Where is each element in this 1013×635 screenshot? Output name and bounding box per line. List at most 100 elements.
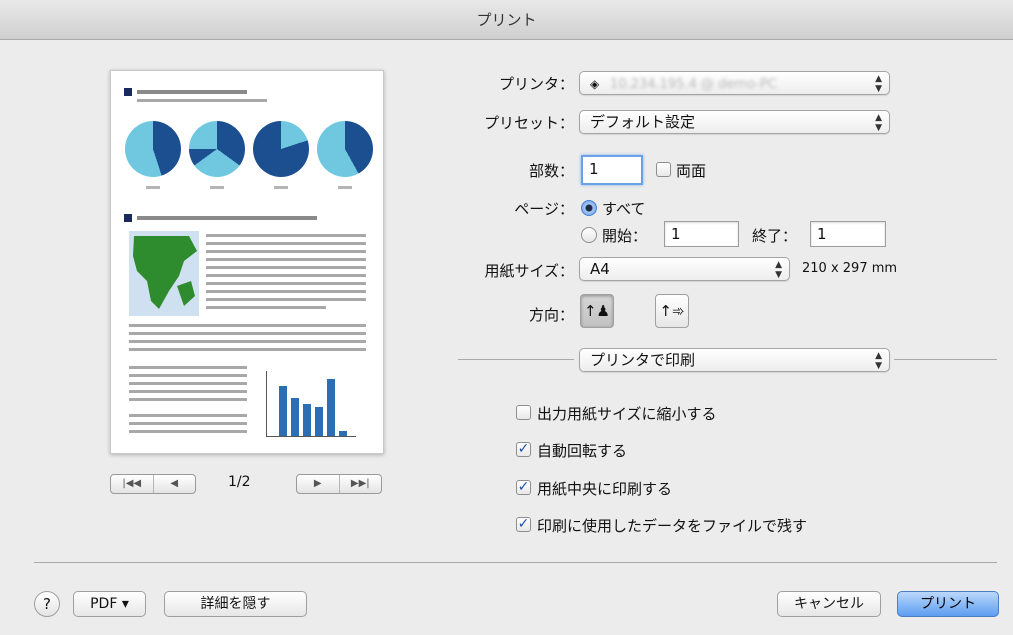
- copies-label: 部数：: [528, 162, 574, 180]
- pages-all-label: すべて: [602, 200, 646, 218]
- preset-popup[interactable]: デフォルト設定 ▲ ▼: [579, 110, 890, 134]
- preview-text-line: [129, 366, 247, 369]
- preview-chart-bar: [279, 386, 287, 436]
- option-shrink-checkbox[interactable]: [516, 405, 531, 420]
- preview-heading-marker: [124, 88, 132, 96]
- preview-text-line: [206, 298, 366, 301]
- option-center-label: 用紙中央に印刷する: [537, 480, 673, 498]
- preview-text-line: [129, 340, 366, 343]
- preview-pie-chart: [125, 121, 181, 177]
- preview-chart-bar: [327, 379, 335, 436]
- preview-heading-line: [137, 90, 247, 94]
- preview-text-line: [129, 382, 247, 385]
- preview-text-line: [129, 332, 366, 335]
- section-popup[interactable]: プリンタで印刷 ▲ ▼: [579, 348, 890, 372]
- preview-chart-bar: [291, 398, 299, 436]
- preview-text-line: [206, 282, 366, 285]
- orientation-label: 方向：: [528, 306, 574, 324]
- option-keep-data-label: 印刷に使用したデータをファイルで残す: [537, 517, 808, 535]
- option-shrink-label: 出力用紙サイズに縮小する: [537, 405, 717, 423]
- preview-text-line: [129, 414, 247, 417]
- page-indicator: 1/2: [228, 474, 251, 490]
- first-page-button[interactable]: |◀◀: [111, 475, 153, 493]
- preview-text-line: [206, 306, 326, 309]
- paper-size-label: 用紙サイズ：: [484, 262, 574, 280]
- duplex-label: 両面: [676, 162, 707, 180]
- preview-heading-line: [137, 216, 317, 220]
- preview-text-line: [206, 266, 366, 269]
- preview-text-line: [206, 290, 366, 293]
- pages-range-radio[interactable]: [581, 227, 597, 243]
- preview-text-line: [129, 390, 247, 393]
- duplex-checkbox[interactable]: [656, 162, 671, 177]
- paper-size-popup[interactable]: A4 ▲ ▼: [579, 257, 790, 281]
- option-center-checkbox[interactable]: ✓: [516, 480, 531, 495]
- popup-arrows-icon: ▲ ▼: [875, 113, 882, 133]
- preview-pie-chart: [253, 121, 309, 177]
- print-button[interactable]: プリント: [897, 591, 999, 617]
- preview-forward-buttons[interactable]: ▶ ▶▶|: [296, 474, 382, 494]
- section-popup-value: プリンタで印刷: [590, 351, 696, 369]
- next-page-button[interactable]: ▶: [297, 475, 339, 493]
- preview-pie-chart: [189, 121, 245, 177]
- orientation-portrait-button[interactable]: ↑♟: [580, 294, 614, 328]
- preview-chart-axis: [266, 436, 356, 437]
- printer-icon: ◈: [590, 77, 600, 91]
- landscape-icon: ↑➾: [659, 302, 685, 320]
- preview-pie-chart: [317, 121, 373, 177]
- preview-pie-label: [338, 186, 352, 189]
- orientation-landscape-button[interactable]: ↑➾: [655, 294, 689, 328]
- preview-chart-bar: [315, 407, 323, 436]
- preview-pie-label: [274, 186, 288, 189]
- pages-to-field[interactable]: 1: [810, 221, 886, 247]
- preview-heading-marker: [124, 214, 132, 222]
- option-keep-data-checkbox[interactable]: ✓: [516, 517, 531, 532]
- popup-arrows-icon: ▲ ▼: [875, 74, 882, 94]
- preview-text-line: [129, 430, 247, 433]
- preset-label: プリセット：: [483, 114, 574, 132]
- preview-text-line: [206, 242, 366, 245]
- preview-map-image: [129, 231, 199, 316]
- window-titlebar: プリント: [0, 0, 1013, 40]
- preset-value: デフォルト設定: [590, 113, 696, 131]
- popup-arrows-icon: ▲ ▼: [775, 260, 782, 280]
- print-preview-page: [110, 70, 384, 454]
- pages-range-label: 開始：: [602, 227, 648, 245]
- preview-text-line: [137, 99, 267, 102]
- preview-chart-bar: [303, 404, 311, 436]
- cancel-button[interactable]: キャンセル: [777, 591, 881, 617]
- pages-all-radio[interactable]: [581, 200, 597, 216]
- window-title: プリント: [476, 11, 537, 29]
- section-separator: [458, 359, 574, 360]
- pages-to-label: 終了：: [752, 227, 798, 245]
- printer-popup[interactable]: ◈ 10.234.195.4 @ demo-PC ▲ ▼: [579, 71, 890, 95]
- preview-text-line: [129, 398, 247, 401]
- preview-text-line: [206, 274, 366, 277]
- help-button[interactable]: ?: [34, 591, 60, 617]
- preview-pie-label: [146, 186, 160, 189]
- hide-details-button[interactable]: 詳細を隠す: [164, 591, 307, 617]
- preview-back-buttons[interactable]: |◀◀ ◀: [110, 474, 196, 494]
- preview-text-line: [129, 374, 247, 377]
- section-separator: [894, 359, 997, 360]
- option-autorotate-checkbox[interactable]: ✓: [516, 442, 531, 457]
- preview-text-line: [129, 324, 366, 327]
- option-autorotate-label: 自動回転する: [537, 442, 628, 460]
- paper-dimensions: 210 x 297 mm: [802, 261, 898, 276]
- preview-text-line: [129, 348, 366, 351]
- printer-label: プリンタ：: [498, 75, 574, 93]
- popup-arrows-icon: ▲ ▼: [875, 351, 882, 371]
- last-page-button[interactable]: ▶▶|: [338, 475, 382, 493]
- preview-text-line: [206, 258, 366, 261]
- preview-pie-label: [210, 186, 224, 189]
- preview-chart-axis: [266, 371, 267, 436]
- previous-page-button[interactable]: ◀: [152, 475, 196, 493]
- preview-chart-bar: [339, 431, 347, 436]
- portrait-icon: ↑♟: [583, 302, 610, 320]
- copies-field[interactable]: 1: [581, 155, 643, 185]
- pdf-menu-button[interactable]: PDF ▾: [73, 591, 146, 617]
- preview-text-line: [206, 234, 366, 237]
- preview-text-line: [129, 422, 247, 425]
- pages-from-field[interactable]: 1: [664, 221, 739, 247]
- pages-label: ページ：: [514, 200, 574, 218]
